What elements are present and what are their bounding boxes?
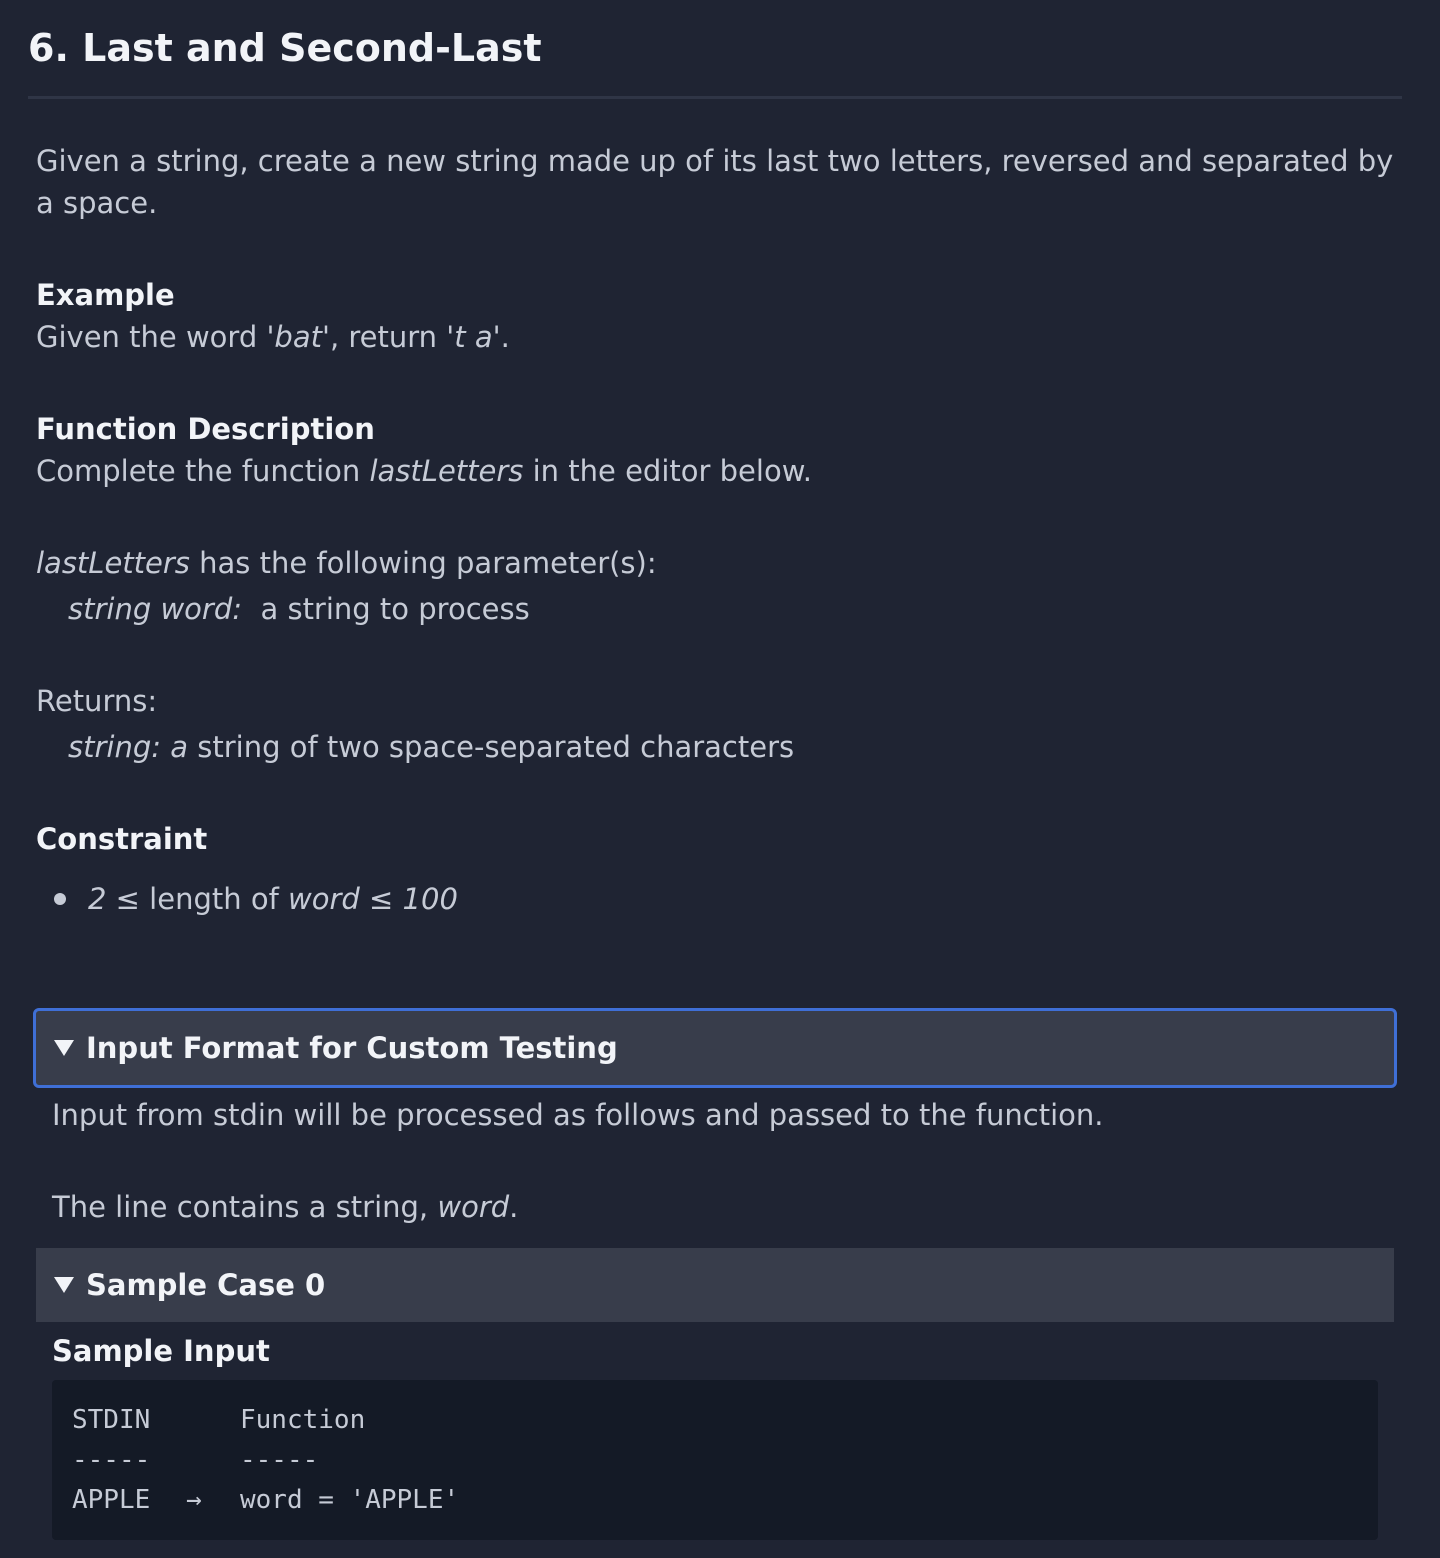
problem-description: Given a string, create a new string made… (36, 140, 1406, 920)
title-divider (28, 96, 1402, 99)
function-description-heading: Function Description (36, 412, 375, 446)
code-row: ----- ----- (72, 1445, 319, 1475)
input-format-summary: Input Format for Custom Testing (86, 1031, 618, 1065)
parameters-text: lastLetters has the following parameter(… (36, 546, 657, 580)
input-format-line2: The line contains a string, word. (52, 1190, 519, 1224)
triangle-down-icon (54, 1277, 74, 1293)
input-format-toggle[interactable]: Input Format for Custom Testing (33, 1008, 1397, 1088)
example-heading: Example (36, 278, 175, 312)
input-format-line1: Input from stdin will be processed as fo… (52, 1098, 1104, 1132)
sample-case-summary: Sample Case 0 (86, 1268, 326, 1302)
page-title: 6. Last and Second-Last (28, 26, 542, 70)
triangle-down-icon (54, 1040, 74, 1056)
example-text: Given the word 'bat', return 't a'. (36, 320, 510, 354)
sample-case-toggle[interactable]: Sample Case 0 (36, 1248, 1394, 1322)
code-row: APPLE → word = 'APPLE' (72, 1480, 1358, 1520)
parameter-word: string word: a string to process (68, 592, 530, 626)
input-format-body: Input from stdin will be processed as fo… (52, 1094, 1392, 1228)
code-row: STDIN Function (72, 1405, 366, 1435)
function-description-text: Complete the function lastLetters in the… (36, 454, 812, 488)
intro-text: Given a string, create a new string made… (36, 144, 1394, 220)
constraint-item: 2 ≤ length of word ≤ 100 (36, 878, 1406, 920)
sample-input-code: STDIN Function ----- ----- APPLE → word … (52, 1380, 1378, 1540)
returns-text: string: a string of two space-separated … (68, 730, 795, 764)
constraint-heading: Constraint (36, 822, 208, 856)
bullet-icon (54, 893, 66, 905)
returns-label: Returns: (36, 684, 158, 718)
sample-input-heading: Sample Input (52, 1334, 270, 1368)
arrow-right-icon: → (186, 1485, 202, 1515)
